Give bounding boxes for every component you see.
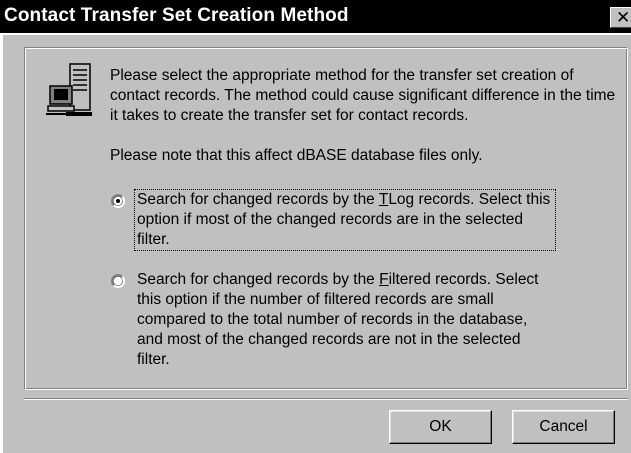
close-button[interactable]: ✕ — [610, 7, 631, 28]
title-bar[interactable]: Contact Transfer Set Creation Method ✕ — [0, 0, 631, 35]
mnemonic-f: F — [379, 271, 389, 288]
mnemonic-t: T — [378, 191, 389, 208]
dbase-note: Please note that this affect dBASE datab… — [110, 147, 483, 164]
filtered-option-label[interactable]: Search for changed records by the Filter… — [137, 270, 557, 370]
focus-rectangle: Search for changed records by the TLog r… — [134, 189, 556, 251]
ok-button[interactable]: OK — [389, 410, 492, 444]
window-edge — [0, 35, 3, 453]
intro-text: Please select the appropriate method for… — [110, 67, 616, 124]
cancel-button[interactable]: Cancel — [512, 410, 615, 444]
separator — [24, 398, 628, 400]
filtered-radio[interactable] — [111, 274, 125, 288]
tlog-radio[interactable] — [111, 194, 125, 208]
radio-selected-dot — [116, 199, 120, 203]
close-icon: ✕ — [616, 8, 631, 27]
dialog: Contact Transfer Set Creation Method ✕ P… — [0, 0, 631, 453]
computer-network-icon — [46, 63, 92, 116]
window-title: Contact Transfer Set Creation Method — [4, 5, 349, 26]
tlog-option-label[interactable]: Search for changed records by the TLog r… — [134, 189, 556, 251]
